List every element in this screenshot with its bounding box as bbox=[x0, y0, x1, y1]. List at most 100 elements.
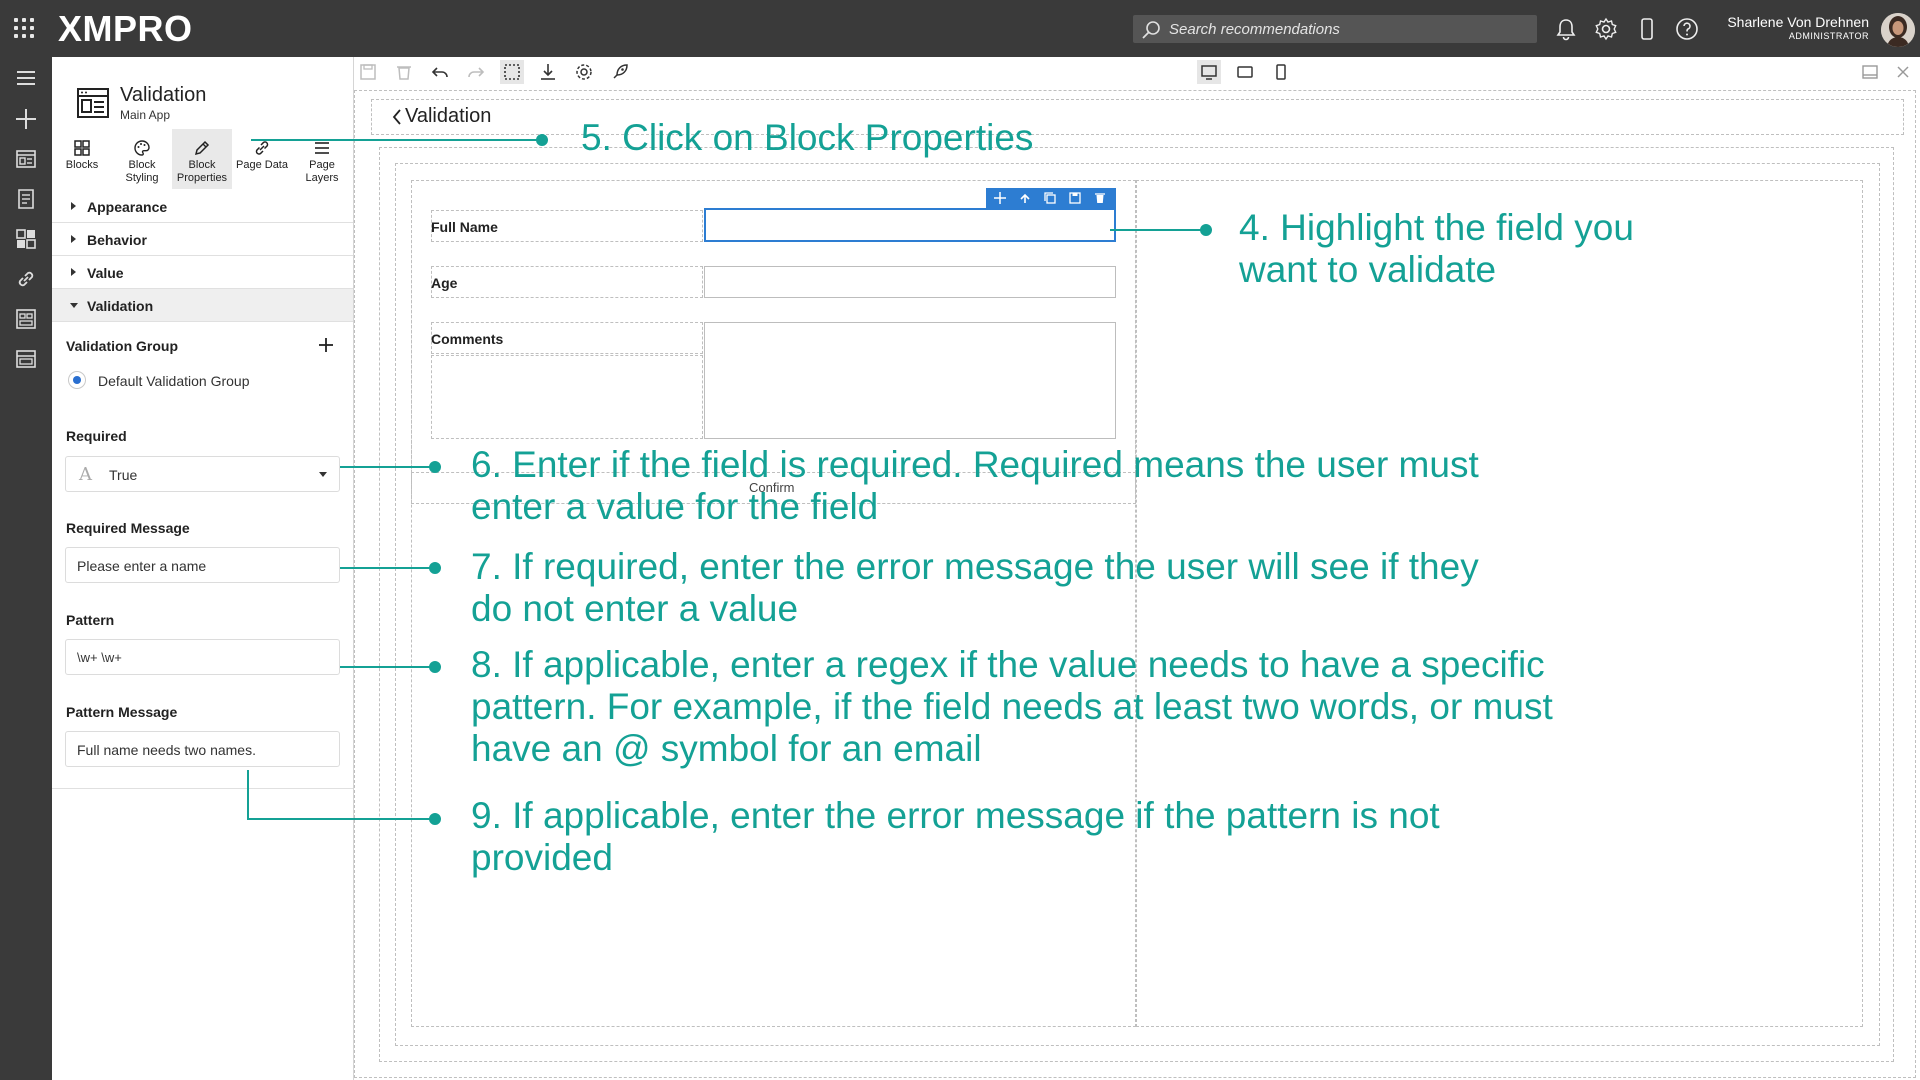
gear-icon[interactable] bbox=[1593, 16, 1619, 42]
mobile-device-icon[interactable] bbox=[1634, 16, 1660, 42]
add-validation-group-icon[interactable] bbox=[316, 335, 336, 355]
annotation-step-4-line2: want to validate bbox=[1239, 249, 1497, 290]
mobile-view-icon[interactable] bbox=[1269, 60, 1293, 84]
data-stream-icon[interactable] bbox=[13, 306, 39, 332]
tab-block-styling[interactable]: Block Styling bbox=[112, 129, 172, 189]
undo-icon[interactable] bbox=[428, 60, 452, 84]
plus-icon[interactable] bbox=[13, 106, 39, 132]
annotation-step-5: 5. Click on Block Properties bbox=[581, 117, 1034, 158]
pattern-input[interactable]: \w+ \w+ bbox=[65, 639, 340, 675]
block-toolbar bbox=[986, 188, 1116, 208]
section-value[interactable]: Value bbox=[52, 256, 353, 289]
delete-icon[interactable] bbox=[392, 60, 416, 84]
desktop-view-icon[interactable] bbox=[1197, 60, 1221, 84]
age-field[interactable] bbox=[704, 266, 1116, 298]
user-name[interactable]: Sharlene Von Drehnen bbox=[1727, 14, 1869, 30]
left-navigation-rail: X bbox=[0, 57, 52, 1080]
search-input[interactable]: Search recommendations bbox=[1133, 15, 1537, 43]
right-column-outline bbox=[1136, 180, 1863, 1027]
annotation-step-9-line2: provided bbox=[471, 837, 613, 878]
dashboard-icon[interactable] bbox=[13, 226, 39, 252]
blocks-grid-icon bbox=[74, 140, 90, 156]
settings-gear-icon[interactable] bbox=[572, 60, 596, 84]
top-bar: XMPRO Search recommendations Sharlene Vo… bbox=[0, 0, 1920, 57]
tab-page-layers[interactable]: Page Layers bbox=[292, 129, 352, 189]
age-label-cell bbox=[431, 266, 703, 298]
recommendations-icon[interactable] bbox=[13, 186, 39, 212]
section-behavior[interactable]: Behavior bbox=[52, 223, 353, 256]
pencil-icon bbox=[194, 140, 210, 156]
bell-icon[interactable] bbox=[1553, 16, 1579, 42]
section-appearance[interactable]: Appearance bbox=[52, 190, 353, 223]
page-icon bbox=[77, 88, 109, 118]
annotation-step-4-line1: 4. Highlight the field you bbox=[1239, 207, 1634, 248]
save-block-icon[interactable] bbox=[1068, 191, 1082, 205]
fullname-field[interactable] bbox=[704, 208, 1116, 242]
page-title: Validation bbox=[120, 84, 207, 106]
fullname-label: Full Name bbox=[431, 219, 498, 235]
search-placeholder: Search recommendations bbox=[1169, 21, 1340, 38]
app-designer-icon[interactable] bbox=[13, 146, 39, 172]
redo-icon[interactable] bbox=[464, 60, 488, 84]
caret-right-icon bbox=[71, 235, 76, 243]
annotation-step-6-line2: enter a value for the field bbox=[471, 486, 879, 527]
help-icon[interactable] bbox=[1674, 16, 1700, 42]
palette-icon bbox=[134, 140, 150, 156]
rocket-icon[interactable] bbox=[608, 60, 632, 84]
link-icon[interactable] bbox=[13, 266, 39, 292]
default-validation-group-label: Default Validation Group bbox=[98, 373, 250, 389]
annotation-step-9-line1: 9. If applicable, enter the error messag… bbox=[471, 795, 1440, 836]
select-parent-icon[interactable] bbox=[1018, 191, 1032, 205]
select-area-icon[interactable] bbox=[500, 60, 524, 84]
layout-icon[interactable] bbox=[13, 346, 39, 372]
download-icon[interactable] bbox=[536, 60, 560, 84]
caret-right-icon bbox=[71, 202, 76, 210]
validation-group-label: Validation Group bbox=[66, 338, 179, 354]
default-validation-group-radio[interactable] bbox=[68, 371, 86, 389]
caret-down-icon bbox=[70, 303, 78, 308]
search-icon bbox=[1142, 21, 1160, 39]
annotation-step-7-line2: do not enter a value bbox=[471, 588, 799, 629]
annotation-step-8-line3: have an @ symbol for an email bbox=[471, 728, 982, 769]
comments-label: Comments bbox=[431, 331, 504, 347]
avatar[interactable] bbox=[1881, 13, 1915, 47]
apps-grid-icon[interactable] bbox=[14, 18, 34, 38]
chevron-down-icon bbox=[319, 472, 327, 477]
maximize-icon[interactable] bbox=[1858, 60, 1882, 84]
pattern-message-label: Pattern Message bbox=[66, 704, 178, 720]
tab-blocks[interactable]: Blocks bbox=[52, 129, 112, 189]
close-icon[interactable] bbox=[1891, 60, 1915, 84]
pattern-label: Pattern bbox=[66, 612, 115, 628]
save-icon[interactable] bbox=[356, 60, 380, 84]
annotation-step-8-line1: 8. If applicable, enter a regex if the v… bbox=[471, 644, 1545, 685]
required-message-label: Required Message bbox=[66, 520, 190, 536]
required-value: True bbox=[109, 467, 138, 483]
panel-divider bbox=[52, 788, 353, 789]
text-type-icon: A bbox=[79, 464, 92, 485]
comments-spacer bbox=[431, 355, 703, 439]
delete-block-icon[interactable] bbox=[1093, 191, 1107, 205]
comments-field[interactable] bbox=[704, 322, 1116, 439]
annotation-step-7-line1: 7. If required, enter the error message … bbox=[471, 546, 1479, 587]
section-validation[interactable]: Validation bbox=[52, 289, 353, 322]
app-logo: XMPRO bbox=[58, 8, 193, 49]
link-icon bbox=[255, 141, 269, 155]
hamburger-menu-icon[interactable] bbox=[13, 65, 39, 91]
annotation-step-6-line1: 6. Enter if the field is required. Requi… bbox=[471, 444, 1479, 485]
annotation-step-8-line2: pattern. For example, if the field needs… bbox=[471, 686, 1553, 727]
age-label: Age bbox=[431, 275, 458, 291]
properties-panel: Validation Main App Blocks Block Styling… bbox=[52, 57, 354, 1080]
caret-right-icon bbox=[71, 268, 76, 276]
tab-page-data[interactable]: Page Data bbox=[232, 129, 292, 189]
duplicate-icon[interactable] bbox=[1043, 191, 1057, 205]
tablet-view-icon[interactable] bbox=[1233, 60, 1257, 84]
move-icon[interactable] bbox=[993, 191, 1007, 205]
back-chevron-icon[interactable] bbox=[391, 108, 403, 126]
pattern-message-input[interactable]: Full name needs two names. bbox=[65, 731, 340, 767]
tab-block-properties[interactable]: Block Properties bbox=[172, 129, 232, 189]
required-select[interactable]: A True bbox=[65, 456, 340, 492]
required-message-input[interactable]: Please enter a name bbox=[65, 547, 340, 583]
required-label: Required bbox=[66, 428, 127, 444]
layers-icon bbox=[315, 142, 329, 154]
user-role: ADMINISTRATOR bbox=[1788, 31, 1869, 41]
